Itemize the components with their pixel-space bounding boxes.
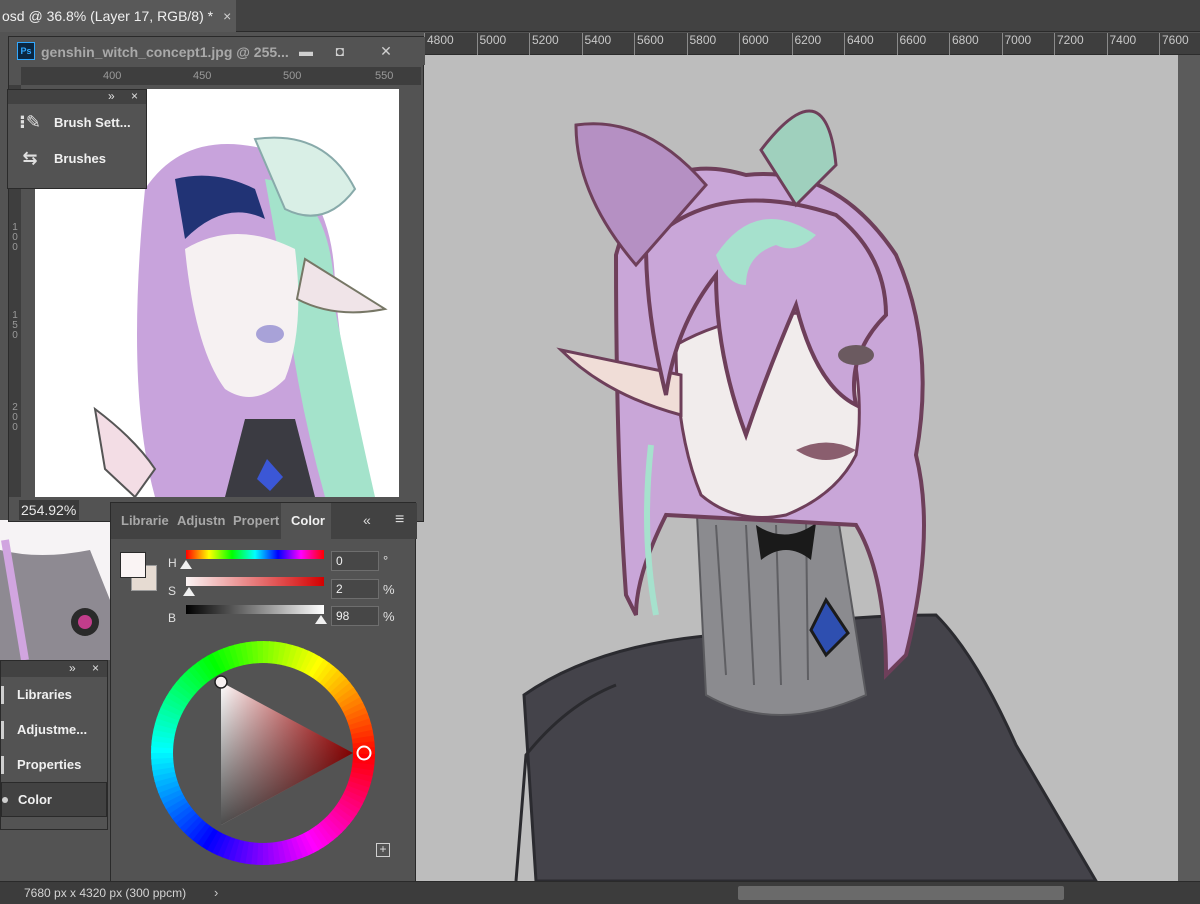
- document-tab[interactable]: osd @ 36.8% (Layer 17, RGB/8) * ×: [0, 0, 236, 32]
- color-panel: Librarie Adjustn Propert Color « ≡ H 0 °…: [110, 502, 417, 890]
- ruler-tick-label: 1 0 0: [12, 222, 18, 253]
- close-panel-button[interactable]: ×: [92, 661, 99, 675]
- ruler-tick-label: 7600: [1159, 33, 1189, 55]
- ruler-tick-label: 500: [283, 70, 302, 82]
- panel-item-label: Libraries: [17, 687, 72, 702]
- adjustments-icon: [1, 721, 4, 739]
- brush-settings-icon: ⁝✎: [19, 111, 41, 132]
- tab-properties[interactable]: Propert: [223, 503, 281, 539]
- canvas-artwork: [416, 55, 1200, 881]
- brightness-unit: %: [383, 609, 395, 624]
- panel-item-label: Color: [18, 792, 52, 807]
- panel-item-label: Properties: [17, 757, 82, 772]
- photoshop-app-icon: Ps: [17, 42, 35, 60]
- ruler-tick-label: 550: [375, 70, 394, 82]
- foreground-color-swatch[interactable]: [120, 552, 146, 578]
- collapsed-panel-stack: » × Libraries Adjustme... Properties Col…: [0, 660, 108, 830]
- document-tab-title: osd @ 36.8% (Layer 17, RGB/8) *: [2, 8, 214, 24]
- ruler-tick-label: 6800: [949, 33, 979, 55]
- horizontal-ruler: 4800 5000 5200 5400 5600 5800 6000 6200 6400 6600…: [424, 33, 1200, 55]
- ruler-tick-label: 5000: [476, 33, 506, 55]
- floating-window-title: genshin_witch_concept1.jpg @ 255...: [41, 44, 289, 60]
- minimize-button[interactable]: ▬: [291, 41, 321, 61]
- ruler-tick-label: 5200: [529, 33, 559, 55]
- saturation-unit: %: [383, 582, 395, 597]
- hue-label: H: [168, 556, 177, 570]
- chevron-right-icon[interactable]: ›: [214, 885, 218, 900]
- panel-item-label: Brushes: [54, 150, 107, 166]
- brightness-slider[interactable]: [186, 605, 324, 614]
- ruler-tick-label: 7400: [1106, 33, 1136, 55]
- hue-slider-handle[interactable]: [180, 560, 192, 569]
- ruler-tick-label: 5600: [634, 33, 664, 55]
- ruler-tick-label: 7200: [1054, 33, 1084, 55]
- hue-unit: °: [383, 553, 389, 568]
- tab-adjustments[interactable]: Adjustn: [167, 503, 225, 539]
- ruler-tick-label: 6600: [896, 33, 926, 55]
- ruler-tick-label: 6400: [844, 33, 874, 55]
- brightness-input[interactable]: 98: [331, 606, 379, 626]
- color-icon: [2, 797, 8, 803]
- expand-panels-button[interactable]: »: [69, 661, 76, 675]
- tab-color[interactable]: Color: [281, 503, 331, 539]
- saturation-label: S: [168, 584, 177, 598]
- panel-item-label: Brush Sett...: [54, 114, 131, 130]
- close-panel-button[interactable]: ×: [131, 89, 138, 103]
- panel-item-adjustments[interactable]: Adjustme...: [1, 712, 107, 747]
- saturation-input[interactable]: 2: [331, 579, 379, 599]
- ruler-tick-label: 4800: [424, 33, 454, 55]
- panel-item-properties[interactable]: Properties: [1, 747, 107, 782]
- panel-menu-icon[interactable]: ≡: [395, 511, 404, 529]
- status-bar: 7680 px x 4320 px (300 ppcm) ›: [0, 881, 1200, 904]
- tab-libraries[interactable]: Librarie: [111, 503, 169, 539]
- hue-input[interactable]: 0: [331, 551, 379, 571]
- panel-item-libraries[interactable]: Libraries: [1, 677, 107, 712]
- panel-item-brushes[interactable]: ⇆ Brushes: [8, 140, 146, 176]
- brightness-label: B: [168, 611, 177, 625]
- panel-item-color[interactable]: Color: [1, 782, 107, 817]
- ruler-tick-label: 1 5 0: [12, 310, 18, 341]
- ruler-tick-label: 400: [103, 70, 122, 82]
- color-wheel[interactable]: [149, 639, 377, 867]
- ruler-tick-label: 6200: [791, 33, 821, 55]
- panel-tab-bar: Librarie Adjustn Propert Color « ≡: [111, 503, 417, 539]
- close-icon[interactable]: ×: [223, 8, 231, 24]
- ruler-tick-label: 6000: [739, 33, 769, 55]
- canvas[interactable]: [416, 55, 1200, 881]
- brushes-icon: ⇆: [22, 147, 38, 168]
- brightness-slider-handle[interactable]: [315, 615, 328, 624]
- expand-panels-button[interactable]: »: [108, 89, 115, 103]
- horizontal-scrollbar-thumb[interactable]: [738, 886, 1064, 900]
- ruler-tick-label: 5400: [581, 33, 611, 55]
- libraries-icon: [1, 686, 4, 704]
- floating-window-titlebar[interactable]: Ps genshin_witch_concept1.jpg @ 255... ▬…: [9, 37, 425, 65]
- panel-item-label: Adjustme...: [17, 722, 88, 737]
- document-size-status[interactable]: 7680 px x 4320 px (300 ppcm): [24, 886, 186, 900]
- ruler-tick-label: 5800: [686, 33, 716, 55]
- collapse-panel-button[interactable]: «: [363, 512, 371, 528]
- color-picker-marker[interactable]: [214, 675, 228, 689]
- panel-item-brush-settings[interactable]: ⁝✎ Brush Sett...: [8, 104, 146, 140]
- saturation-slider-handle[interactable]: [182, 587, 195, 596]
- ruler-tick-label: 2 0 0: [12, 402, 18, 433]
- close-window-button[interactable]: ✕: [371, 41, 401, 61]
- saturation-slider[interactable]: [186, 577, 324, 586]
- brush-panel-group: » × ⁝✎ Brush Sett... ⇆ Brushes: [7, 89, 147, 189]
- properties-icon: [1, 756, 4, 774]
- hue-slider[interactable]: [186, 550, 324, 559]
- document-tab-bar: osd @ 36.8% (Layer 17, RGB/8) * ×: [0, 0, 1200, 32]
- panel-header[interactable]: » ×: [1, 661, 107, 677]
- maximize-button[interactable]: ◘: [325, 41, 355, 61]
- ruler-tick-label: 7000: [1001, 33, 1031, 55]
- zoom-level-field[interactable]: 254.92%: [19, 500, 79, 520]
- add-swatch-icon[interactable]: +: [376, 843, 390, 857]
- background-canvas-strip: [0, 520, 110, 660]
- floating-horizontal-ruler: 400 450 500 550: [21, 67, 421, 85]
- panel-header[interactable]: » ×: [8, 89, 146, 104]
- ruler-tick-label: 450: [193, 70, 212, 82]
